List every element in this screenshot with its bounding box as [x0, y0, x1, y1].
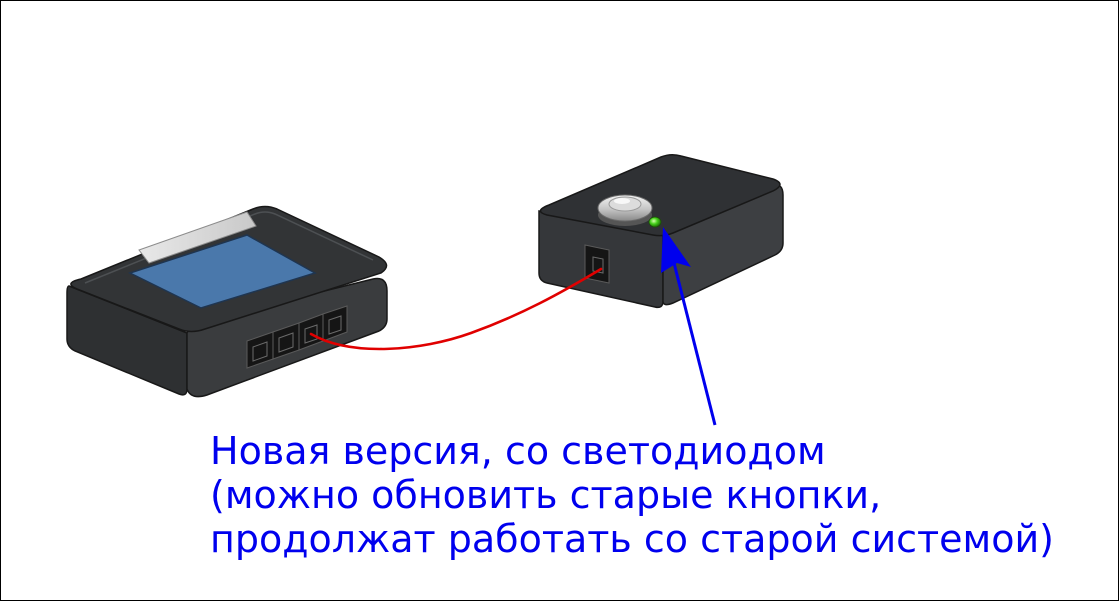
caption: Новая версия, со светодиодом (можно обно…	[210, 429, 1054, 561]
caption-line: (можно обновить старые кнопки,	[210, 473, 882, 517]
led-indicator	[648, 216, 662, 228]
push-button	[597, 194, 653, 226]
caption-line: продолжат работать со старой системой)	[210, 517, 1054, 561]
main-unit	[66, 205, 388, 398]
caption-line: Новая версия, со светодиодом	[210, 429, 826, 473]
diagram-frame: Новая версия, со светодиодом (можно обно…	[0, 0, 1119, 601]
